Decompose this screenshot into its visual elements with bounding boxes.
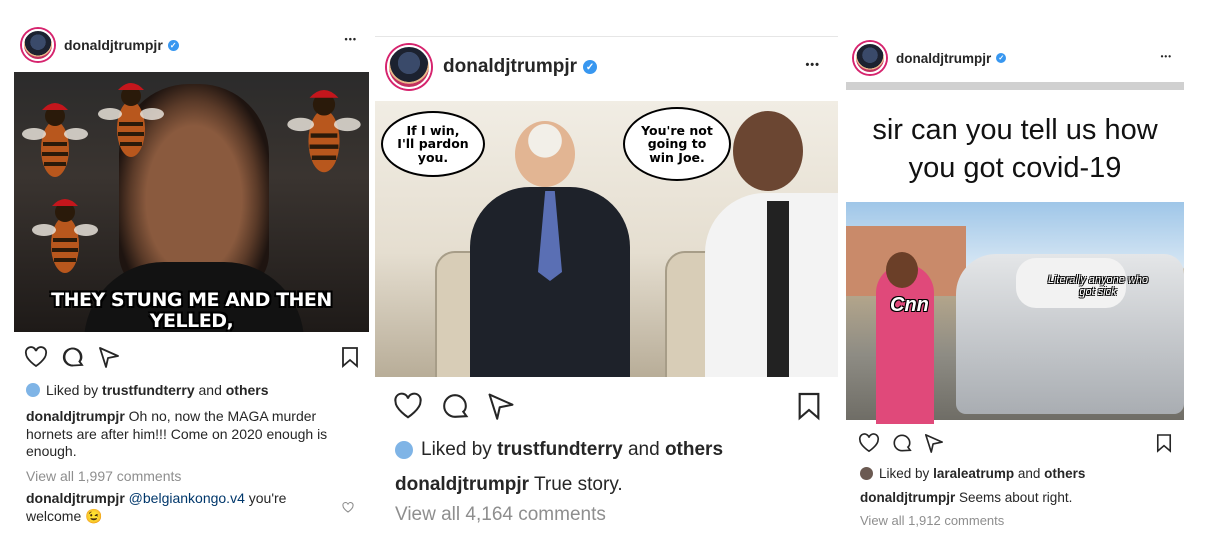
view-all-comments[interactable]: View all 1,997 comments — [26, 468, 181, 484]
share-icon[interactable] — [924, 433, 944, 453]
comment-icon[interactable] — [441, 392, 469, 420]
person-left — [515, 121, 575, 187]
caption-username[interactable]: donaldjtrumpjr — [860, 490, 955, 505]
more-options-icon[interactable]: ••• — [805, 59, 820, 71]
like-heart-icon[interactable] — [24, 346, 48, 368]
meme-photo: Cnn Literally anyone who got sick — [846, 202, 1184, 424]
liked-others-link[interactable]: others — [226, 382, 269, 398]
meme-title: sir can you tell us how you got covid-19 — [872, 114, 1158, 184]
reporter-head — [886, 252, 918, 288]
post-caption: donaldjtrumpjr Seems about right. — [860, 490, 1178, 507]
verified-badge-icon: ✓ — [996, 53, 1007, 63]
avatar[interactable] — [387, 45, 431, 89]
share-icon[interactable] — [98, 346, 120, 368]
more-options-icon[interactable]: ••• — [1161, 52, 1172, 61]
more-options-icon[interactable]: ••• — [345, 34, 357, 44]
liked-by-row: Liked by trustfundterry and others — [395, 439, 723, 461]
post-image[interactable]: If I win, I'll pardon you. You're not go… — [375, 101, 838, 377]
liked-user-link[interactable]: trustfundterry — [102, 382, 195, 398]
avatar[interactable] — [854, 42, 886, 74]
reporter — [876, 264, 934, 424]
liked-and-label: and — [1017, 466, 1041, 481]
hornet-icon — [22, 103, 88, 177]
comment: donaldjtrumpjr @belgiankongo.v4 you're w… — [26, 490, 326, 525]
liked-others-link[interactable]: others — [1044, 466, 1085, 481]
post-card: donaldjtrumpjr ✓ ••• If I win, I'll pard… — [375, 36, 838, 541]
bookmark-icon[interactable] — [797, 391, 821, 421]
action-bar — [858, 432, 1172, 454]
post-header: donaldjtrumpjr ✓ ••• — [846, 42, 1184, 74]
post-card: donaldjtrumpjr ✓ ••• THEY STUNG ME AND T… — [12, 20, 369, 540]
speech-bubble-left: If I win, I'll pardon you. — [381, 111, 485, 177]
liked-and-label: and — [198, 382, 222, 398]
speech-bubble-right: You're not going to win Joe. — [623, 107, 731, 181]
action-bar — [24, 344, 359, 370]
post-image[interactable]: THEY STUNG ME AND THEN YELLED, "THIS IS … — [14, 72, 369, 332]
share-icon[interactable] — [487, 392, 515, 420]
label-sick: Literally anyone who got sick — [1047, 274, 1149, 299]
comment-username[interactable]: donaldjtrumpjr — [26, 490, 125, 506]
post-card: donaldjtrumpjr ✓ ••• sir can you tell us… — [846, 38, 1184, 532]
bookmark-icon[interactable] — [1156, 433, 1172, 453]
comment-mention[interactable]: @belgiankongo.v4 — [129, 490, 245, 506]
username[interactable]: donaldjtrumpjr — [896, 51, 991, 66]
comment-icon[interactable] — [62, 346, 84, 368]
avatar[interactable] — [22, 29, 54, 61]
bookmark-icon[interactable] — [341, 346, 359, 368]
action-bar — [393, 389, 821, 423]
post-caption: donaldjtrumpjr True story. — [395, 473, 825, 497]
liked-user-link[interactable]: trustfundterry — [497, 439, 623, 461]
caption-text: True story. — [534, 474, 623, 495]
username[interactable]: donaldjtrumpjr — [64, 37, 163, 53]
hornet-icon — [287, 90, 361, 173]
post-image[interactable]: sir can you tell us how you got covid-19… — [846, 82, 1184, 428]
liked-by-label: Liked by — [421, 439, 492, 460]
liked-others-link[interactable]: others — [665, 439, 723, 461]
hornet-icon — [32, 199, 98, 273]
liked-by-label: Liked by — [879, 466, 930, 481]
verified-badge-icon: ✓ — [583, 60, 598, 74]
caption-username[interactable]: donaldjtrumpjr — [395, 474, 529, 495]
comment-icon[interactable] — [892, 433, 912, 453]
meme-caption: THEY STUNG ME AND THEN YELLED, "THIS IS … — [51, 289, 332, 332]
liker-avatar — [860, 467, 873, 480]
liked-by-label: Liked by — [46, 382, 99, 398]
liker-avatar — [395, 441, 413, 459]
tie-right — [767, 201, 789, 377]
post-header: donaldjtrumpjr ✓ ••• — [12, 29, 369, 61]
caption-username[interactable]: donaldjtrumpjr — [26, 408, 125, 424]
post-caption: donaldjtrumpjr Oh no, now the MAGA murde… — [26, 408, 361, 461]
liked-by-row: Liked by laraleatrump and others — [860, 466, 1085, 481]
person-right — [733, 111, 803, 191]
hornet-icon — [98, 83, 164, 157]
view-all-comments[interactable]: View all 1,912 comments — [860, 513, 1004, 528]
view-all-comments[interactable]: View all 4,164 comments — [395, 504, 606, 526]
caption-text: Seems about right. — [959, 490, 1073, 505]
post-header: donaldjtrumpjr ✓ ••• — [375, 45, 838, 89]
label-cnn: Cnn — [890, 294, 929, 316]
like-heart-icon[interactable] — [858, 433, 880, 453]
like-heart-icon[interactable] — [393, 392, 423, 420]
username[interactable]: donaldjtrumpjr — [443, 56, 577, 78]
liker-avatar — [26, 383, 40, 397]
liked-user-link[interactable]: laraleatrump — [933, 466, 1014, 481]
comment-like-icon[interactable] — [342, 502, 354, 513]
liked-by-row: Liked by trustfundterry and others — [26, 382, 269, 398]
verified-badge-icon: ✓ — [167, 39, 179, 51]
liked-and-label: and — [627, 439, 660, 460]
